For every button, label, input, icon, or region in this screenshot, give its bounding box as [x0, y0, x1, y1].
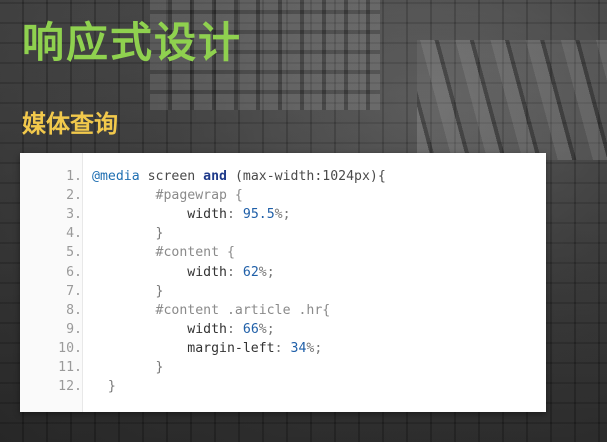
line-number: 4. — [20, 224, 82, 243]
code-line: 2. #pagewrap { — [20, 186, 546, 205]
code-token: %; — [258, 321, 275, 337]
code-line: 12. } — [20, 377, 546, 396]
code-token: (max-width:1024px){ — [227, 169, 386, 184]
line-number-text: 11. — [58, 360, 82, 375]
code-token: #content .article .hr{ — [155, 302, 331, 318]
code-line: 5. #content { — [20, 243, 546, 262]
line-number: 7. — [20, 282, 82, 301]
code-line: 1. @media screen and (max-width:1024px){ — [20, 167, 546, 186]
code-text: width: 66%; — [92, 320, 275, 339]
code-text: } — [92, 377, 116, 396]
line-number-text: 6. — [66, 264, 82, 280]
code-text: #content .article .hr{ — [92, 301, 331, 320]
code-text: } — [92, 282, 164, 301]
code-block: 1. @media screen and (max-width:1024px){2… — [20, 153, 546, 412]
code-text: #pagewrap { — [92, 186, 243, 205]
code-text: width: 95.5%; — [92, 205, 291, 224]
code-token: : — [226, 264, 243, 280]
code-token: : — [226, 207, 243, 223]
code-line: 10. margin-left: 34%; — [20, 339, 546, 358]
line-number: 8. — [20, 301, 82, 320]
line-number: 1. — [20, 167, 82, 186]
line-number-text: 1. — [66, 169, 82, 184]
code-token: } — [107, 379, 116, 395]
line-number-text: 8. — [66, 302, 82, 318]
code-token: } — [155, 283, 164, 299]
slide-subtitle: 媒体查询 — [22, 110, 118, 138]
line-number-text: 10. — [58, 340, 82, 356]
code-token: : — [226, 321, 243, 337]
code-token: screen — [139, 169, 204, 184]
code-text: } — [92, 224, 164, 243]
line-number: 12. — [20, 377, 82, 396]
code-line: 7. } — [20, 282, 546, 301]
code-line: 6. width: 62%; — [20, 263, 546, 282]
code-line: 4. } — [20, 224, 546, 243]
code-text: #content { — [92, 243, 235, 262]
code-line: 3. width: 95.5%; — [20, 205, 546, 224]
line-number: 5. — [20, 243, 82, 262]
line-number-text: 2. — [66, 188, 82, 204]
line-number: 2. — [20, 186, 82, 205]
line-number-text: 9. — [66, 321, 82, 337]
code-token: @media — [92, 169, 140, 184]
code-text: @media screen and (max-width:1024px){ — [92, 167, 386, 186]
code-token: #content { — [155, 245, 235, 261]
code-line: 11. } — [20, 358, 546, 377]
line-number: 10. — [20, 339, 82, 358]
code-token: %; — [306, 340, 323, 356]
line-number: 3. — [20, 205, 82, 224]
code-token: : — [274, 340, 291, 356]
line-number: 6. — [20, 263, 82, 282]
background-books — [417, 40, 607, 160]
code-token: 95.5 — [242, 207, 275, 223]
code-token: %; — [258, 264, 275, 280]
code-token: 66 — [242, 321, 259, 337]
code-line: 9. width: 66%; — [20, 320, 546, 339]
code-token: width — [187, 321, 227, 337]
code-token: #pagewrap { — [155, 188, 243, 204]
line-number: 9. — [20, 320, 82, 339]
code-line: 8. #content .article .hr{ — [20, 301, 546, 320]
line-number-text: 7. — [66, 283, 82, 299]
code-token: width — [187, 207, 227, 223]
code-content: 1. @media screen and (max-width:1024px){2… — [20, 153, 546, 412]
code-token: %; — [274, 207, 291, 223]
line-number-text: 12. — [58, 379, 82, 395]
line-number-text: 3. — [66, 207, 82, 223]
code-token: 62 — [242, 264, 259, 280]
code-text: } — [92, 358, 164, 377]
code-token: } — [155, 226, 164, 242]
code-token: and — [203, 169, 227, 184]
code-text: width: 62%; — [92, 263, 275, 282]
code-token: width — [187, 264, 227, 280]
code-text: margin-left: 34%; — [92, 339, 322, 358]
line-number-text: 5. — [66, 245, 82, 261]
code-token: 34 — [290, 340, 307, 356]
line-number-text: 4. — [66, 226, 82, 242]
line-number: 11. — [20, 358, 82, 377]
slide-title: 响应式设计 — [22, 18, 243, 67]
code-token: margin-left — [187, 340, 275, 356]
code-token: } — [155, 360, 164, 375]
